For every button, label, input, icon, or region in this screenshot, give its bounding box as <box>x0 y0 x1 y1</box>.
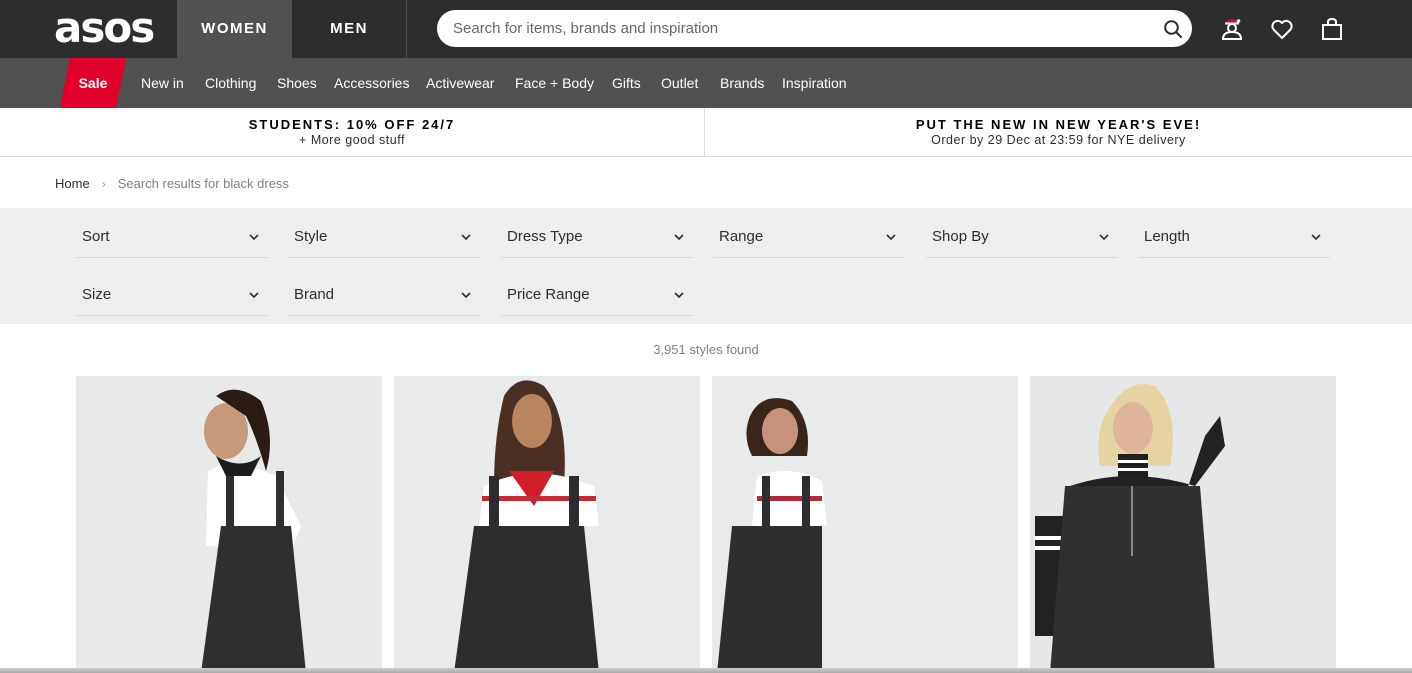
breadcrumb: Home › Search results for black dress <box>55 176 289 191</box>
filter-label: Price Range <box>507 286 590 303</box>
filter-brand[interactable]: Brand <box>288 274 480 316</box>
chevron-down-icon <box>461 234 471 241</box>
chevron-down-icon <box>1099 234 1109 241</box>
promo-students[interactable]: STUDENTS: 10% OFF 24/7 + More good stuff <box>0 108 705 157</box>
promo-new-years-eve[interactable]: PUT THE NEW IN NEW YEAR'S EVE! Order by … <box>705 108 1412 157</box>
breadcrumb-current: Search results for black dress <box>117 176 289 191</box>
wishlist-heart-icon[interactable] <box>1269 16 1295 42</box>
chevron-down-icon <box>674 292 684 299</box>
filter-label: Brand <box>294 286 335 303</box>
product-card[interactable] <box>1030 376 1336 673</box>
nav-item-brands[interactable]: Brands <box>720 58 764 108</box>
product-card[interactable] <box>76 376 382 673</box>
promo-title: STUDENTS: 10% OFF 24/7 <box>248 117 456 132</box>
filter-shop-by[interactable]: Shop By <box>926 216 1118 258</box>
filter-length[interactable]: Length <box>1138 216 1330 258</box>
filter-style[interactable]: Style <box>288 216 480 258</box>
filter-label: Dress Type <box>507 228 583 245</box>
nav-item-new-in[interactable]: New in <box>141 58 184 108</box>
asos-logo[interactable]: asos <box>54 7 155 49</box>
filter-label: Sort <box>82 228 110 245</box>
nav-item-sale[interactable]: Sale <box>60 58 126 108</box>
product-card[interactable] <box>394 376 700 673</box>
nav-item-accessories[interactable]: Accessories <box>334 58 409 108</box>
chevron-down-icon <box>674 234 684 241</box>
account-icon[interactable] <box>1219 16 1245 42</box>
breadcrumb-home[interactable]: Home <box>55 176 90 191</box>
category-nav: Sale New in Clothing Shoes Accessories A… <box>0 58 1412 108</box>
tab-men[interactable]: MEN <box>292 0 407 58</box>
filter-label: Size <box>82 286 112 303</box>
filter-size[interactable]: Size <box>76 274 268 316</box>
filter-label: Shop By <box>932 228 989 245</box>
search-icon[interactable] <box>1163 19 1183 39</box>
search-bar <box>437 10 1192 47</box>
filter-dress-type[interactable]: Dress Type <box>501 216 693 258</box>
product-image <box>76 376 382 673</box>
product-image <box>712 376 1018 673</box>
page-bottom-edge <box>0 668 1412 673</box>
breadcrumb-separator: › <box>101 177 106 191</box>
product-image <box>1030 376 1336 673</box>
chevron-down-icon <box>886 234 896 241</box>
chevron-down-icon <box>249 234 259 241</box>
product-image <box>394 376 700 673</box>
filter-label: Style <box>294 228 328 245</box>
product-card[interactable] <box>712 376 1018 673</box>
chevron-down-icon <box>461 292 471 299</box>
results-count: 3,951 styles found <box>653 342 759 357</box>
chevron-down-icon <box>1311 234 1321 241</box>
bag-icon[interactable] <box>1319 16 1345 42</box>
promo-subtitle: + More good stuff <box>299 133 405 147</box>
nav-item-gifts[interactable]: Gifts <box>612 58 641 108</box>
filter-panel: Sort Style Dress Type Range Shop By Leng… <box>0 208 1412 324</box>
nav-item-face-body[interactable]: Face + Body <box>515 58 594 108</box>
nav-item-inspiration[interactable]: Inspiration <box>782 58 847 108</box>
nav-item-outlet[interactable]: Outlet <box>661 58 698 108</box>
filter-label: Range <box>719 228 764 245</box>
filter-price-range[interactable]: Price Range <box>501 274 693 316</box>
nav-item-sale-label: Sale <box>78 75 108 91</box>
nav-item-shoes[interactable]: Shoes <box>277 58 317 108</box>
nav-item-clothing[interactable]: Clothing <box>205 58 256 108</box>
tab-women[interactable]: WOMEN <box>177 0 292 58</box>
chevron-down-icon <box>249 292 259 299</box>
top-bar: asos WOMEN MEN <box>0 0 1412 58</box>
promo-title: PUT THE NEW IN NEW YEAR'S EVE! <box>915 117 1202 132</box>
filter-label: Length <box>1144 228 1190 245</box>
filter-sort[interactable]: Sort <box>76 216 268 258</box>
promo-subtitle: Order by 29 Dec at 23:59 for NYE deliver… <box>931 133 1186 147</box>
search-input[interactable] <box>453 10 1143 47</box>
nav-item-activewear[interactable]: Activewear <box>426 58 494 108</box>
filter-range[interactable]: Range <box>713 216 905 258</box>
